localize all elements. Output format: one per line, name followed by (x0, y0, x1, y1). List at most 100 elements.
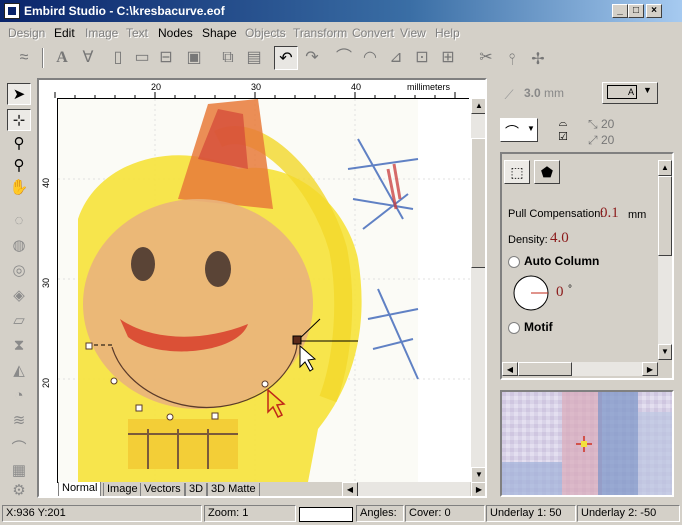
menu-design[interactable]: Design (8, 26, 45, 40)
color-swatch (299, 507, 353, 522)
open-file-icon[interactable]: ▭ (130, 46, 154, 70)
text-path-icon[interactable]: Ɐ (76, 46, 100, 70)
properties-horizontal-scrollbar[interactable]: ◀ ▶ (502, 362, 658, 376)
design-canvas[interactable]: 20 30 40 millimeters 40 30 20 ▲ ▼ Normal… (37, 78, 487, 498)
motif-label: Motif (524, 320, 553, 334)
shape-tool-3-icon[interactable]: ◎ (7, 260, 31, 282)
menu-objects[interactable]: Objects (245, 26, 286, 40)
stitch-type-dropdown[interactable]: A ▼ (602, 82, 658, 104)
angle-unit: ° (568, 284, 572, 295)
vertical-scrollbar[interactable]: ▲ ▼ (471, 98, 485, 483)
scroll-down-button[interactable]: ▼ (471, 467, 485, 483)
chevron-down-icon: ▼ (527, 124, 535, 133)
motif-radio[interactable] (508, 322, 520, 334)
main-toolbar: ≈ A Ɐ ▯ ▭ ⊟ ▣ ⧉ ▤ ↶ ↷ ⌒ ◠ ⊿ ⊡ ⊞ ✂ (0, 43, 493, 75)
scroll-thumb[interactable] (518, 362, 572, 376)
copy-icon[interactable]: ⧉ (216, 46, 240, 70)
navigator-preview[interactable] (500, 390, 674, 497)
menu-shape[interactable]: Shape (202, 26, 237, 40)
properties-vertical-scrollbar[interactable]: ▲ ▼ (658, 160, 672, 360)
select-arrow-icon[interactable]: ➤ (7, 83, 31, 105)
open-folder-icon[interactable]: ⊟ (154, 46, 178, 70)
curve-icon: ⌒ (505, 124, 519, 140)
hand-pan-icon[interactable]: ✋ (7, 177, 31, 199)
minimize-button[interactable]: _ (612, 4, 628, 18)
pull-compensation-value[interactable]: 0.1 (600, 205, 619, 222)
measure-icon[interactable]: ⊿ (384, 46, 408, 70)
tab-3d-matte[interactable]: 3D Matte (207, 483, 260, 496)
angle-dial[interactable] (512, 274, 550, 312)
scroll-left-button[interactable]: ◀ (502, 362, 518, 376)
menu-bar: Design Edit Image Text Nodes Shape Objec… (0, 22, 682, 42)
angle-value[interactable]: 0 (556, 284, 564, 301)
shape-tool-8-icon[interactable]: ◔ (7, 385, 31, 407)
shape-tool-1-icon[interactable]: ◌ (7, 210, 31, 232)
menu-transform[interactable]: Transform (293, 26, 347, 40)
scroll-thumb[interactable] (471, 138, 485, 268)
scroll-up-button[interactable]: ▲ (658, 160, 672, 176)
menu-help[interactable]: Help (435, 26, 460, 40)
zigzag-icon[interactable]: ≈ (12, 46, 36, 70)
menu-text[interactable]: Text (126, 26, 148, 40)
paste-icon[interactable]: ▤ (242, 46, 266, 70)
new-file-icon[interactable]: ▯ (106, 46, 130, 70)
star-icon[interactable]: ✢ (526, 48, 550, 72)
shape-tool-4-icon[interactable]: ◈ (7, 285, 31, 307)
shape-tool-2-icon[interactable]: ◍ (7, 235, 31, 257)
gear-tool-icon[interactable]: ⚙ (7, 480, 31, 502)
needle-icon[interactable]: ⫯ (500, 48, 524, 72)
spacing-readout: 3.0 mm (524, 86, 564, 100)
zoom-readout: Zoom: 1 (204, 505, 296, 522)
tab-3d[interactable]: 3D (185, 483, 208, 496)
density-value[interactable]: 4.0 (550, 230, 569, 247)
curve-tool-icon[interactable]: ⌒ (7, 438, 31, 460)
horizontal-scrollbar-track[interactable] (358, 482, 470, 496)
angle-top-icon: ⤡ (588, 117, 598, 131)
connection-check-icon[interactable]: ⌓ ☑ (552, 117, 574, 143)
density-label: Density: (508, 234, 548, 246)
zoom-one-icon[interactable]: ⚲ (7, 155, 31, 177)
redo-icon[interactable]: ↷ (300, 46, 324, 70)
scroll-thumb[interactable] (658, 176, 672, 256)
ruler-tick-label: 20 (41, 377, 52, 389)
close-button[interactable]: × (646, 4, 662, 18)
zigzag-tool-icon[interactable]: ≋ (7, 410, 31, 432)
arc-icon[interactable]: ◠ (358, 46, 382, 70)
shape-tool-7-icon[interactable]: ◭ (7, 360, 31, 382)
maximize-button[interactable]: □ (628, 4, 644, 18)
shape-tool-5-icon[interactable]: ▱ (7, 310, 31, 332)
scroll-right-button[interactable]: ▶ (642, 362, 658, 376)
scroll-left-button[interactable]: ◀ (342, 482, 358, 496)
ruler-tick-label: 40 (41, 177, 52, 189)
node-edit-icon[interactable]: ⊹ (7, 109, 31, 131)
grid-icon[interactable]: ⊞ (436, 46, 460, 70)
tab-vectors[interactable]: Vectors (140, 483, 185, 496)
cover-readout: Cover: 0 (405, 505, 485, 522)
app-icon (4, 3, 20, 19)
text-tool-icon[interactable]: A (50, 46, 74, 70)
menu-view[interactable]: View (400, 26, 426, 40)
fit-icon[interactable]: ⊡ (410, 46, 434, 70)
fill-stitch-icon[interactable]: ⬚ (504, 160, 530, 184)
scroll-down-button[interactable]: ▼ (658, 344, 672, 360)
zoom-icon[interactable]: ⚲ (7, 133, 31, 155)
outline-stitch-icon[interactable]: ⬟ (534, 160, 560, 184)
underlay2-readout: Underlay 2: -50 (577, 505, 680, 522)
sew-tool-icon[interactable]: ✂ (474, 46, 498, 70)
curve-type-dropdown[interactable]: ⌒ ▼ (500, 118, 538, 142)
menu-convert[interactable]: Convert (352, 26, 394, 40)
node-curve-icon[interactable]: ⌒ (332, 46, 356, 70)
undo-icon[interactable]: ↶ (274, 46, 298, 70)
menu-image[interactable]: Image (85, 26, 118, 40)
scroll-up-button[interactable]: ▲ (471, 98, 485, 114)
menu-edit[interactable]: Edit (54, 26, 75, 40)
shape-tool-6-icon[interactable]: ⧗ (7, 335, 31, 357)
fill-tool-icon[interactable]: ▦ (7, 460, 31, 482)
tab-normal[interactable]: Normal (58, 482, 102, 496)
save-icon[interactable]: ▣ (182, 46, 206, 70)
menu-nodes[interactable]: Nodes (158, 26, 193, 40)
scroll-right-button[interactable]: ▶ (471, 482, 485, 496)
tab-image[interactable]: Image (103, 483, 142, 496)
properties-panel: ⬚ ⬟ Pull Compensation: 0.1 mm Density: 4… (500, 152, 674, 380)
auto-column-radio[interactable] (508, 256, 520, 268)
